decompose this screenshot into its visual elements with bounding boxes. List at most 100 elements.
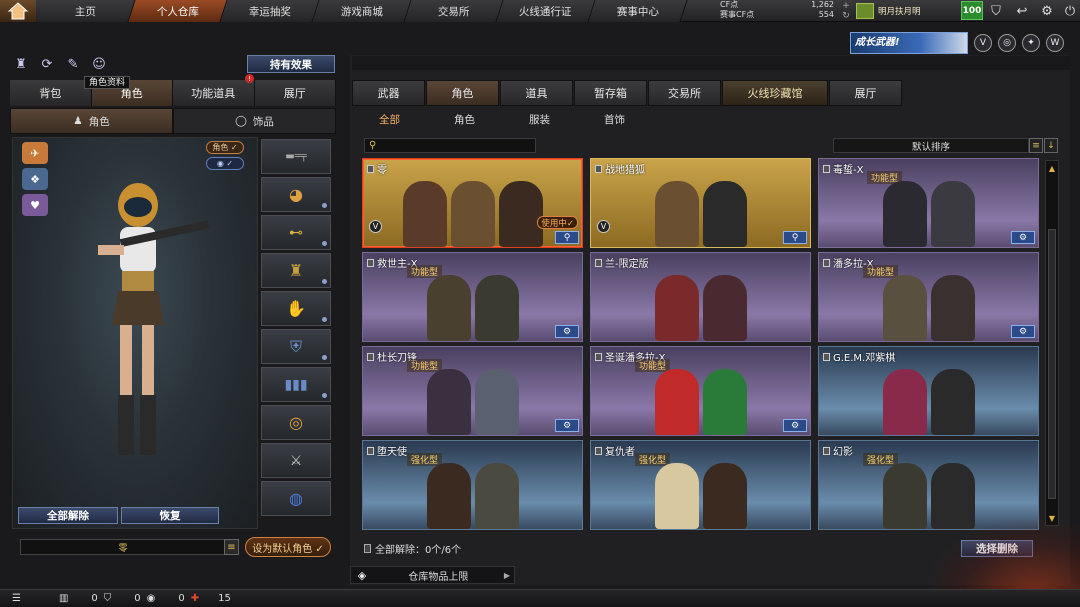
role-card[interactable]: 救世主-X 功能型 ⚙ — [362, 252, 583, 342]
subtab-character[interactable]: ♟ 角色 — [10, 108, 173, 134]
equip-slot-armor[interactable]: ♜ — [261, 253, 331, 288]
profile-icon[interactable]: ☺ — [90, 55, 108, 73]
equip-slot-helmet[interactable]: ◕ — [261, 177, 331, 212]
gear-icon[interactable]: ⚙ — [1036, 1, 1058, 21]
role-card[interactable]: 毒蜇-X 功能型 ⚙ — [818, 158, 1039, 248]
sort-arrow-icon[interactable]: ↓ — [1044, 138, 1058, 153]
filter-jewelry[interactable]: 首饰 — [577, 110, 652, 128]
equip-slot-vest[interactable]: ⛨ — [261, 329, 331, 364]
nav-home[interactable]: 主页 — [36, 0, 136, 22]
shield-icon[interactable]: ⛉ — [985, 1, 1007, 21]
target-badge-icon[interactable]: ◎ — [998, 34, 1016, 52]
home-icon[interactable] — [0, 0, 36, 22]
equip-slot-weapon[interactable]: ▬═╤ — [261, 139, 331, 174]
search-input[interactable]: ⚲ — [364, 138, 536, 153]
tab-weapons[interactable]: 武器 — [352, 80, 425, 106]
lock-icon — [364, 544, 371, 553]
storage-limit-bar[interactable]: ◈ 仓库物品上限 ▶ — [350, 566, 515, 584]
rotate-icon[interactable]: ⟳ — [38, 55, 56, 73]
scroll-thumb[interactable] — [1048, 229, 1056, 499]
gear-icon[interactable]: ⚙ — [555, 419, 579, 432]
w-badge-icon[interactable]: W — [1046, 34, 1064, 52]
filter-all[interactable]: 全部 — [352, 110, 427, 128]
hold-effect-button[interactable]: 持有效果 — [247, 55, 335, 73]
equip-slot-ring[interactable]: ◎ — [261, 405, 331, 440]
recharge-icon[interactable]: + ↻ — [838, 1, 854, 21]
month-card[interactable]: 明月扶月明 — [856, 0, 956, 22]
role-card[interactable]: 零 V 使用中✓ ⚲ — [362, 158, 583, 248]
filter-outfit[interactable]: 服装 — [502, 110, 577, 128]
bottom-item-shield[interactable]: ⛉ 0 — [104, 593, 141, 604]
bottom-item-chat[interactable]: ◉ 0 — [147, 593, 185, 604]
bottom-item-bag[interactable]: ▥ 0 — [59, 593, 98, 604]
growth-weapon-banner[interactable]: 成长武器! — [850, 32, 968, 54]
equip-slot-goggles[interactable]: ⊷ — [261, 215, 331, 250]
equip-slot-bracelet[interactable]: ◍ — [261, 481, 331, 516]
gear-icon[interactable]: ⚙ — [1011, 325, 1035, 338]
wing-badge-icon[interactable]: ❖ — [22, 168, 48, 190]
tab-items[interactable]: 道具 — [500, 80, 573, 106]
pose-icon[interactable]: ✎ — [64, 55, 82, 73]
scroll-down-arrow-icon[interactable]: ▼ — [1047, 513, 1057, 523]
set-default-character-button[interactable]: 设为默认角色 ✓ — [245, 537, 331, 557]
select-delete-button[interactable]: 选择删除 — [961, 540, 1033, 557]
emblem-badge-icon[interactable]: ✦ — [1022, 34, 1040, 52]
equip-slot-gloves[interactable]: ✋ — [261, 291, 331, 326]
tab-backpack[interactable]: 背包 — [10, 80, 92, 106]
tab-gallery[interactable]: 展厅 — [829, 80, 902, 106]
list-view-icon[interactable]: ≡ — [1029, 138, 1043, 153]
gear-icon[interactable]: ⚙ — [1011, 231, 1035, 244]
unequip-all-button[interactable]: 全部解除 — [18, 507, 118, 524]
role-card[interactable]: 战地猎狐 V ⚲ — [590, 158, 811, 248]
tab-roles[interactable]: 角色 — [426, 80, 499, 106]
role-card[interactable]: 堕天使 强化型 — [362, 440, 583, 530]
equip-slot-ammo[interactable]: ▮▮▮ — [261, 367, 331, 402]
nav-lucky-draw[interactable]: 幸运抽奖 — [220, 0, 320, 22]
equip-slot-knife[interactable]: ⚔ — [261, 443, 331, 478]
bottom-item-gift[interactable]: ✚ 15 — [191, 593, 231, 604]
knife-icon: ⚔ — [289, 452, 303, 469]
power-icon[interactable]: ⏻ — [1059, 1, 1080, 21]
role-card[interactable]: G.E.M.邓紫棋 — [818, 346, 1039, 436]
gear-icon[interactable]: ⚙ — [555, 325, 579, 338]
event-cf-label: 赛事CF点 — [720, 10, 755, 19]
role-card[interactable]: 幻影 强化型 — [818, 440, 1039, 530]
subtab-accessory[interactable]: ◯ 饰品 — [173, 108, 336, 134]
search-icon[interactable]: ⚲ — [555, 231, 579, 244]
back-arrow-icon[interactable]: ↩ — [1011, 1, 1033, 21]
character-name-field[interactable]: 零 — [20, 539, 226, 555]
storage-header-strip — [352, 56, 1070, 70]
cf-points-value: 1,262 — [811, 0, 834, 9]
grid-scrollbar[interactable]: ▲ ▼ — [1045, 160, 1059, 526]
nav-event-center[interactable]: 赛事中心 — [588, 0, 688, 22]
filter-role[interactable]: 角色 — [427, 110, 502, 128]
sort-dropdown[interactable]: 默认排序 — [833, 138, 1029, 153]
nav-exchange[interactable]: 交易所 — [404, 0, 504, 22]
role-card[interactable]: 兰-限定版 — [590, 252, 811, 342]
role-toggle[interactable]: 角色 ✓ — [206, 141, 244, 154]
tab-trade[interactable]: 交易所 — [648, 80, 721, 106]
role-card[interactable]: 圣诞潘多拉-X 功能型 ⚙ — [590, 346, 811, 436]
restore-button[interactable]: 恢复 — [121, 507, 219, 524]
tab-showroom[interactable]: 展厅 — [254, 80, 336, 106]
eagle-badge-icon[interactable]: ✈ — [22, 142, 48, 164]
nav-battle-pass[interactable]: 火线通行证 — [496, 0, 596, 22]
gift-icon[interactable]: ♜ — [12, 55, 30, 73]
tab-temp-box[interactable]: 暂存箱 — [574, 80, 647, 106]
nav-game-store[interactable]: 游戏商城 — [312, 0, 412, 22]
tab-collection[interactable]: 火线珍藏馆 — [722, 80, 828, 106]
role-card[interactable]: 杜长刀锋 功能型 ⚙ — [362, 346, 583, 436]
visibility-toggle[interactable]: ◉ ✓ — [206, 157, 244, 170]
role-card[interactable]: 复仇者 强化型 — [590, 440, 811, 530]
v-badge-icon[interactable]: V — [974, 34, 992, 52]
role-card[interactable]: 潘多拉-X 功能型 ⚙ — [818, 252, 1039, 342]
scroll-up-arrow-icon[interactable]: ▲ — [1047, 163, 1057, 173]
nav-personal-storage[interactable]: 个人仓库 — [128, 0, 228, 22]
list-icon[interactable]: ≡ — [224, 539, 239, 555]
heart-badge-icon[interactable]: ♥ — [22, 194, 48, 216]
tab-function-items[interactable]: 功能道具 — [173, 80, 255, 106]
search-icon[interactable]: ⚲ — [783, 231, 807, 244]
menu-icon[interactable]: ☰ — [12, 593, 21, 604]
chat-icon: ◉ — [146, 593, 156, 604]
gear-icon[interactable]: ⚙ — [783, 419, 807, 432]
